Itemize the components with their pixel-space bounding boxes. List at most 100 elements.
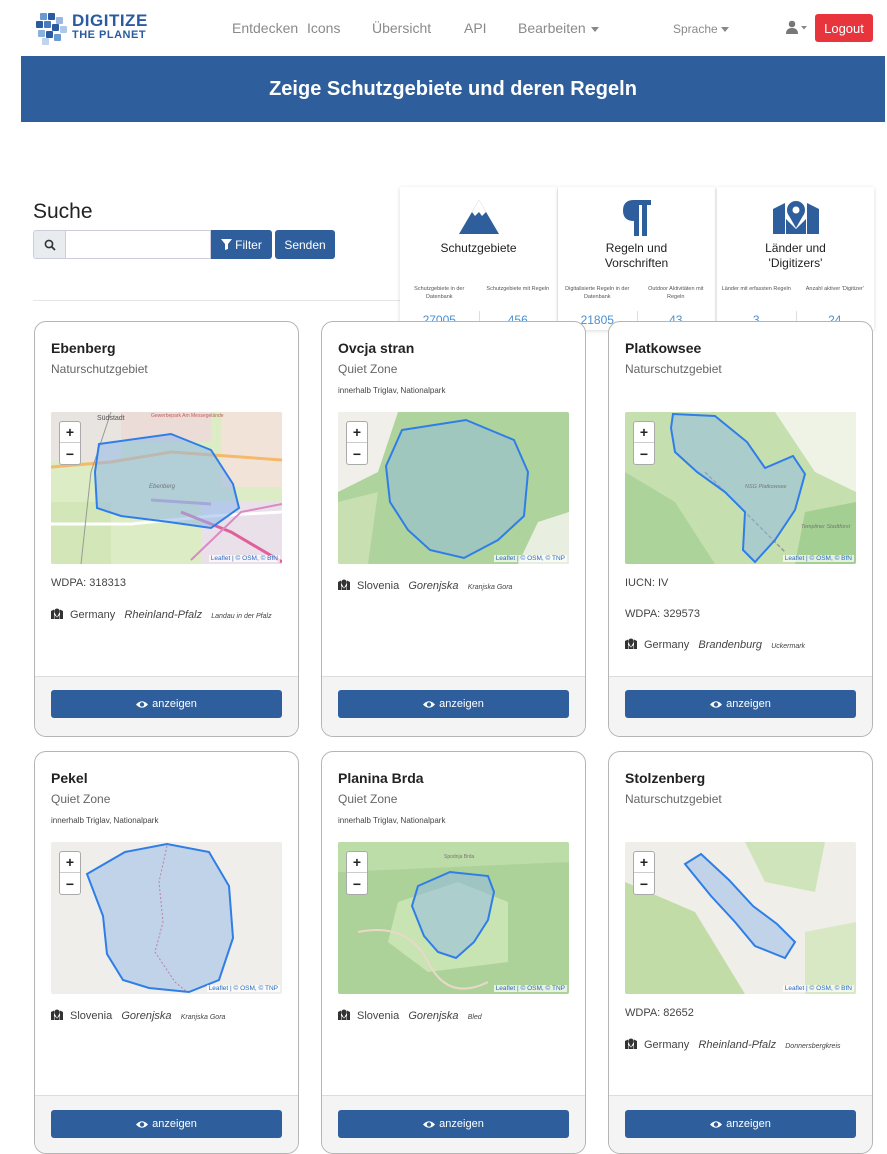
region: Gorenjska [408, 1010, 459, 1022]
zoom-in-button[interactable]: + [60, 422, 80, 443]
region: Rheinland-Pfalz [698, 1039, 777, 1051]
show-button[interactable]: anzeigen [51, 1110, 282, 1138]
country: Slovenia [357, 580, 400, 592]
stat-label: Digitalisierte Regeln in der Datenbank [565, 286, 630, 300]
map-zoom-control: + − [633, 851, 655, 895]
area-card-planina-brda: Planina Brda Quiet Zone innerhalb Trigla… [321, 751, 586, 1154]
zoom-in-button[interactable]: + [634, 422, 654, 443]
district: Kranjska Gora [467, 584, 513, 591]
area-card-ovcja-stran: Ovcja stran Quiet Zone innerhalb Triglav… [321, 321, 586, 737]
map-zoom-control: + − [346, 851, 368, 895]
map-attribution[interactable]: Leaflet | © OSM, © TNP [493, 555, 567, 562]
map-location-icon [51, 608, 63, 619]
map-attribution[interactable]: Leaflet | © OSM, © TNP [493, 985, 567, 992]
zoom-in-button[interactable]: + [347, 422, 367, 443]
map-location-icon [338, 1009, 350, 1020]
eye-icon [423, 1120, 436, 1128]
stat-label: Länder mit erfassten Regeln [721, 286, 791, 292]
stat-label: Outdoor Aktivitäten mit Regeln [648, 286, 704, 300]
show-button-label: anzeigen [439, 698, 484, 710]
send-button[interactable]: Senden [275, 230, 335, 259]
card-within: innerhalb Triglav, Nationalpark [338, 386, 446, 395]
show-button[interactable]: anzeigen [338, 1110, 569, 1138]
map-zoom-control: + − [633, 421, 655, 465]
zoom-out-button[interactable]: − [634, 873, 654, 894]
mountain-icon [400, 199, 557, 235]
map-zoom-control: + − [346, 421, 368, 465]
region: Rheinland-Pfalz [124, 609, 203, 621]
nav-link-api[interactable]: API [464, 20, 487, 36]
zoom-in-button[interactable]: + [60, 852, 80, 873]
district: Bled [467, 1014, 482, 1021]
zoom-out-button[interactable]: − [60, 443, 80, 464]
card-title: Planina Brda [338, 770, 424, 786]
country: Slovenia [357, 1010, 400, 1022]
search-bar: Filter Senden [33, 230, 335, 259]
show-button[interactable]: anzeigen [338, 690, 569, 718]
map-attribution[interactable]: Leaflet | © OSM, © BfN [782, 985, 854, 992]
card-title: Pekel [51, 770, 88, 786]
region: Brandenburg [698, 639, 763, 651]
zoom-out-button[interactable]: − [634, 443, 654, 464]
eye-icon [136, 1120, 149, 1128]
area-map[interactable]: NSG Platkowsee Templiner Stadtforst + − L… [625, 412, 856, 564]
area-card-stolzenberg: Stolzenberg Naturschutzgebiet + − Leaflet… [608, 751, 873, 1154]
nav-link-uebersicht[interactable]: Übersicht [372, 20, 431, 36]
zoom-out-button[interactable]: − [60, 873, 80, 894]
show-button-label: anzeigen [152, 1118, 197, 1130]
card-type: Quiet Zone [51, 792, 111, 806]
eye-icon [136, 700, 149, 708]
show-button[interactable]: anzeigen [625, 690, 856, 718]
nav-link-icons[interactable]: Icons [307, 20, 340, 36]
area-map[interactable]: + − Leaflet | © OSM, © TNP [338, 412, 569, 564]
map-location-icon [338, 579, 350, 590]
show-button-label: anzeigen [726, 1118, 771, 1130]
stat-card-protected-areas: Schutzgebiete Schutzgebiete in der Daten… [400, 187, 557, 330]
nav-dropdown-bearbeiten-label: Bearbeiten [518, 20, 586, 36]
map-label: Templiner Stadtforst [801, 524, 850, 530]
zoom-in-button[interactable]: + [347, 852, 367, 873]
card-info: IUCN: IV [625, 577, 669, 589]
language-dropdown[interactable]: Sprache [673, 22, 729, 36]
nav-link-entdecken[interactable]: Entdecken [232, 20, 298, 36]
filter-button[interactable]: Filter [211, 230, 272, 259]
area-card-pekel: Pekel Quiet Zone innerhalb Triglav, Nati… [34, 751, 299, 1154]
nav-dropdown-bearbeiten[interactable]: Bearbeiten [518, 20, 599, 36]
country: Germany [644, 639, 690, 651]
divider [33, 300, 433, 301]
logo[interactable]: DIGITIZE THE PLANET [34, 11, 148, 45]
area-map[interactable]: Spodnja Brda + − Leaflet | © OSM, © TNP [338, 842, 569, 994]
chevron-down-icon [590, 26, 599, 32]
card-footer: anzeigen [322, 1095, 585, 1153]
map-location-icon [51, 1009, 63, 1020]
stat-title: Schutzgebiete [440, 241, 517, 255]
search-input[interactable] [65, 230, 211, 259]
logout-button[interactable]: Logout [815, 14, 873, 42]
region: Gorenjska [408, 580, 459, 592]
card-footer: anzeigen [609, 676, 872, 736]
zoom-in-button[interactable]: + [634, 852, 654, 873]
zoom-out-button[interactable]: − [347, 443, 367, 464]
user-icon[interactable] [786, 20, 807, 36]
map-attribution[interactable]: Leaflet | © OSM, © BfN [782, 555, 854, 562]
zoom-out-button[interactable]: − [347, 873, 367, 894]
map-marker-icon [717, 199, 874, 235]
map-attribution[interactable]: Leaflet | © OSM, © BfN [208, 555, 280, 562]
map-zoom-control: + − [59, 421, 81, 465]
show-button[interactable]: anzeigen [51, 690, 282, 718]
region: Gorenjska [121, 1010, 172, 1022]
area-map[interactable]: + − Leaflet | © OSM, © TNP [51, 842, 282, 994]
country: Germany [70, 609, 116, 621]
navbar: DIGITIZE THE PLANET Entdecken Icons Über… [20, 0, 887, 56]
card-title: Stolzenberg [625, 770, 706, 786]
area-map[interactable]: Südstadt Gewerbepark Am Messegelände Ebe… [51, 412, 282, 564]
map-attribution[interactable]: Leaflet | © OSM, © TNP [206, 985, 280, 992]
filter-icon [221, 239, 233, 250]
show-button[interactable]: anzeigen [625, 1110, 856, 1138]
district: Donnersbergkreis [785, 1043, 841, 1050]
area-map[interactable]: + − Leaflet | © OSM, © BfN [625, 842, 856, 994]
map-label: NSG Platkowsee [745, 484, 787, 490]
show-button-label: anzeigen [726, 698, 771, 710]
map-zoom-control: + − [59, 851, 81, 895]
card-location: Germany Rheinland-Pfalz Landau in der Pf… [51, 606, 286, 626]
